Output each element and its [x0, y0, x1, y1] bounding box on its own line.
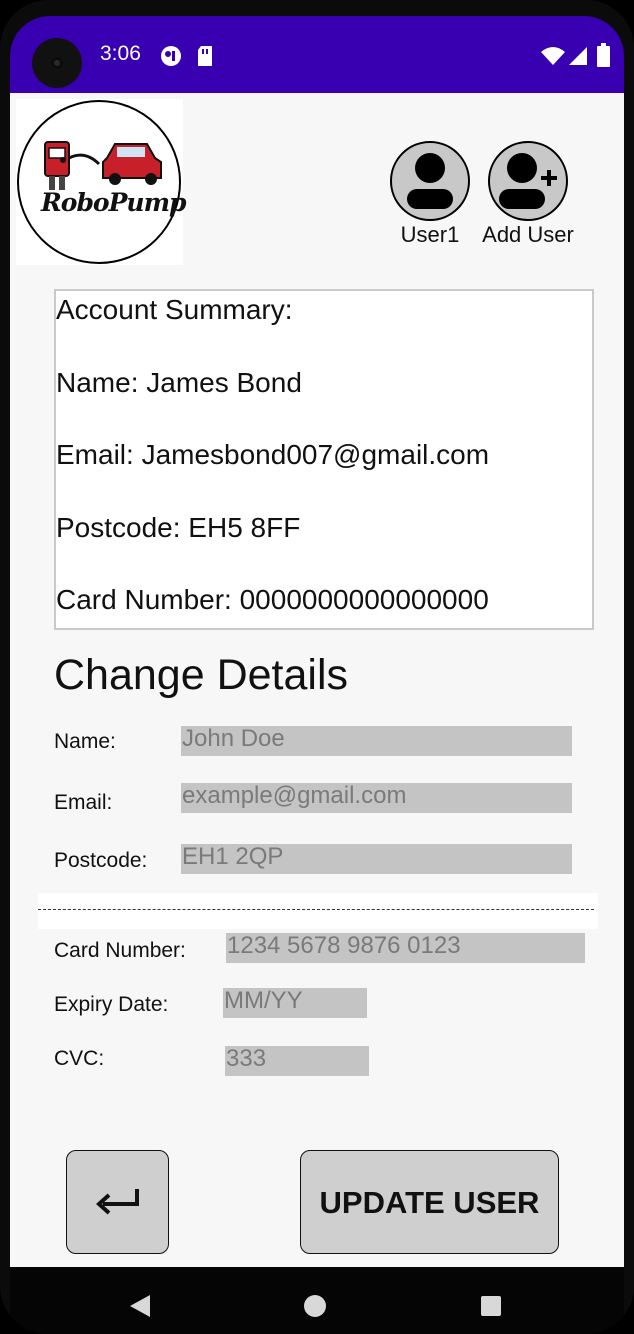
- account-summary-panel: Account Summary: Name: James Bond Email:…: [54, 289, 594, 630]
- name-input[interactable]: John Doe: [181, 726, 572, 756]
- app-screen: RoboPump User1 Add User Account Summary:…: [10, 93, 624, 1267]
- system-navigation-bar: [10, 1267, 624, 1334]
- summary-postcode: Postcode: EH5 8FF: [56, 512, 301, 543]
- cvc-label: CVC:: [54, 1047, 105, 1070]
- summary-email: Email: Jamesbond007@gmail.com: [56, 439, 490, 470]
- summary-name: Name: James Bond: [56, 367, 302, 398]
- battery-icon: [597, 43, 610, 67]
- signal-icon: [569, 47, 587, 65]
- card-number-label: Card Number:: [54, 939, 186, 962]
- vpn-key-icon: [161, 46, 181, 66]
- device-frame: 3:06 RoboPump User1 Add User Account Sum…: [0, 0, 634, 1334]
- logo-wordmark: RoboPump: [41, 188, 187, 217]
- status-bar: 3:06: [10, 16, 624, 93]
- update-user-label: UPDATE USER: [319, 1185, 540, 1220]
- app-logo: RoboPump: [16, 99, 187, 265]
- cvc-input[interactable]: 333: [225, 1046, 369, 1076]
- separator-line: [38, 909, 594, 910]
- update-user-button[interactable]: UPDATE USER: [300, 1150, 559, 1254]
- expiry-date-input[interactable]: MM/YY: [223, 988, 367, 1018]
- status-time: 3:06: [100, 42, 141, 65]
- add-user-icon: [488, 141, 568, 221]
- add-user-label: Add User: [482, 222, 574, 247]
- postcode-input[interactable]: EH1 2QP: [181, 844, 572, 874]
- separator: [38, 893, 598, 929]
- add-user-button[interactable]: Add User: [478, 141, 578, 248]
- return-arrow-icon: [96, 1189, 139, 1215]
- user1-label: User1: [400, 222, 460, 247]
- summary-card-number: Card Number: 0000000000000000: [56, 584, 489, 615]
- expiry-date-label: Expiry Date:: [54, 993, 169, 1016]
- wifi-icon: [541, 47, 565, 65]
- logo-badge: RoboPump: [17, 100, 187, 264]
- summary-heading: Account Summary:: [56, 294, 293, 325]
- user-avatar-icon: [390, 141, 470, 221]
- name-label: Name:: [54, 730, 116, 753]
- card-number-input[interactable]: 1234 5678 9876 0123: [226, 933, 585, 963]
- postcode-label: Postcode:: [54, 849, 148, 872]
- email-input[interactable]: example@gmail.com: [181, 783, 572, 813]
- back-button[interactable]: [66, 1150, 169, 1254]
- car-icon: [102, 143, 162, 185]
- nav-recents-icon[interactable]: [481, 1296, 501, 1316]
- email-label: Email:: [54, 791, 113, 814]
- change-details-title: Change Details: [54, 651, 349, 699]
- sd-card-icon: [198, 46, 212, 66]
- nav-home-icon[interactable]: [304, 1295, 326, 1317]
- nav-back-icon[interactable]: [128, 1294, 152, 1318]
- user1-button[interactable]: User1: [390, 141, 470, 248]
- camera-lens-icon: [32, 38, 82, 88]
